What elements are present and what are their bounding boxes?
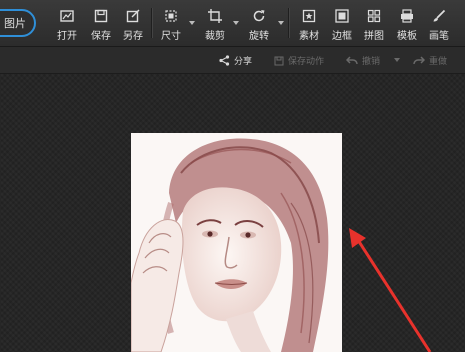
annotation-arrow-icon bbox=[349, 228, 432, 352]
